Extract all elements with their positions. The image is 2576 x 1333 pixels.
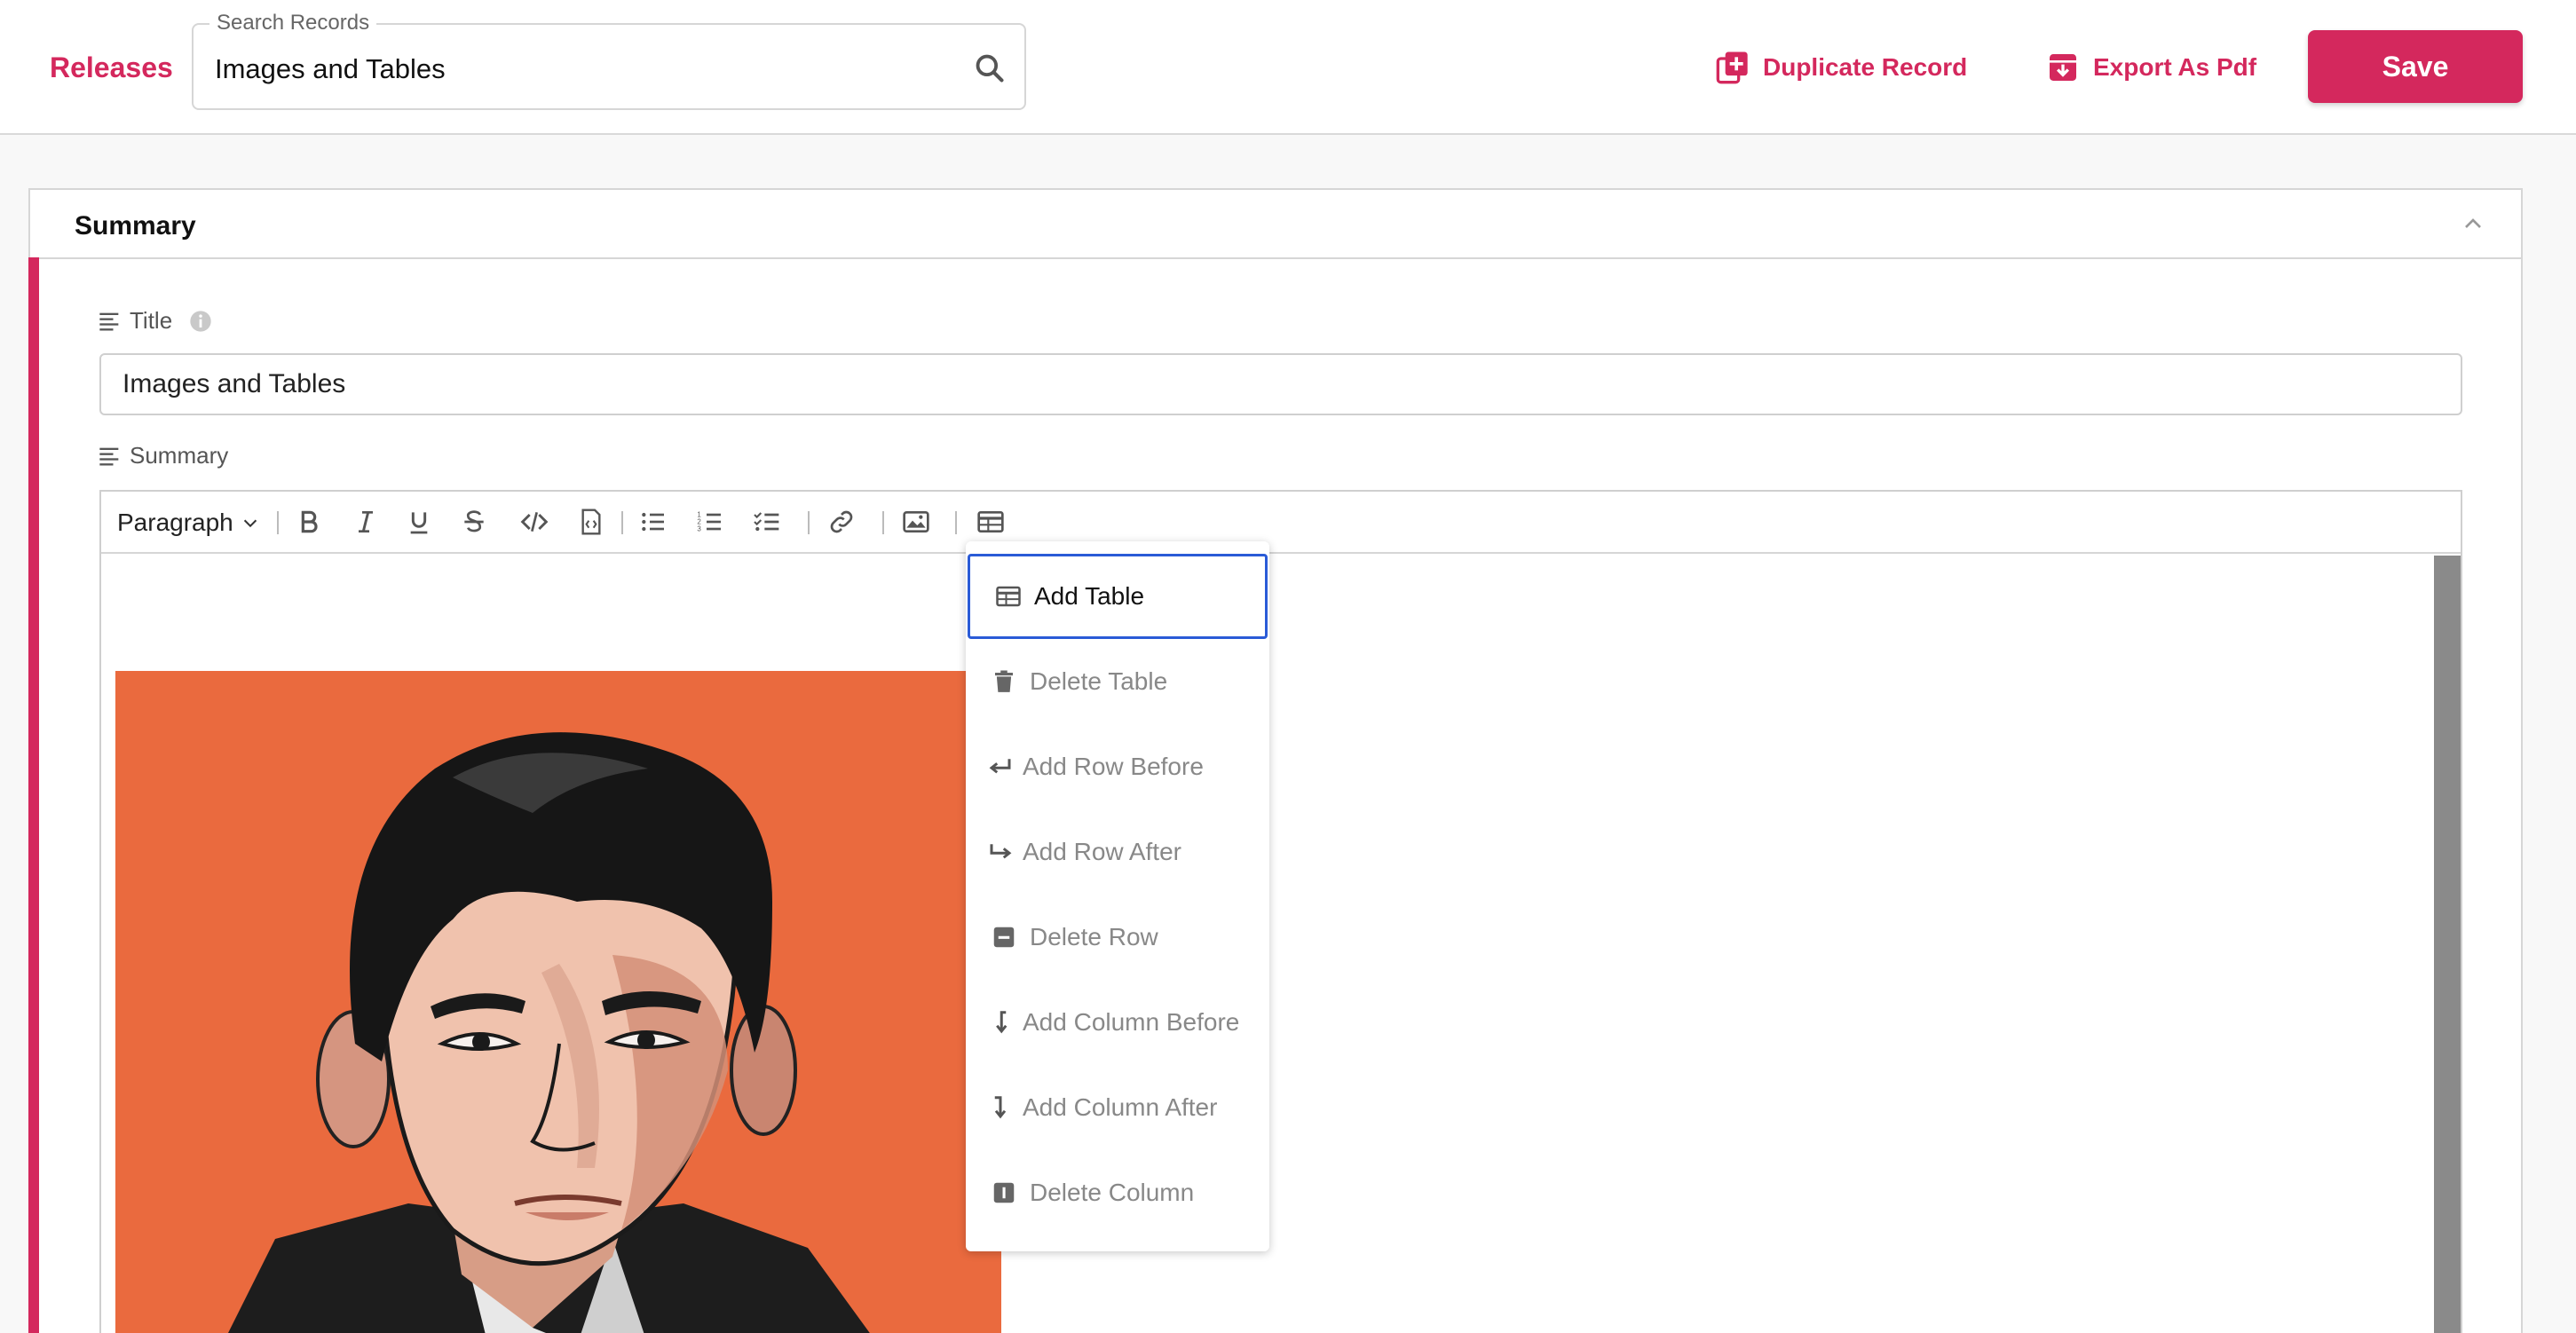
toolbar-divider — [882, 511, 884, 534]
toolbar-divider — [277, 511, 279, 534]
summary-editor: Paragraph 123 — [99, 490, 2462, 1333]
task-list-button[interactable] — [749, 504, 785, 540]
summary-panel-header[interactable]: Summary — [30, 190, 2521, 259]
duplicate-record-label: Duplicate Record — [1763, 53, 1968, 81]
menu-item-add-column-before[interactable]: Add Column Before — [966, 980, 1269, 1065]
italic-button[interactable] — [348, 504, 383, 540]
underline-button[interactable] — [401, 504, 437, 540]
summary-label-text: Summary — [130, 442, 229, 469]
title-input[interactable] — [99, 353, 2462, 415]
table-icon — [996, 586, 1021, 607]
portrait-illustration — [115, 671, 1001, 1333]
code-block-icon — [581, 509, 601, 535]
menu-item-add-row-after[interactable]: Add Row After — [966, 809, 1269, 895]
duplicate-record-button[interactable]: Duplicate Record — [1715, 48, 1967, 87]
image-icon — [903, 511, 929, 532]
bold-icon — [301, 510, 318, 533]
menu-item-label: Delete Table — [1030, 667, 1168, 695]
inline-code-button[interactable] — [517, 504, 552, 540]
bullet-list-button[interactable] — [636, 504, 671, 540]
menu-item-label: Delete Row — [1030, 923, 1158, 950]
chevron-up-icon[interactable] — [2459, 209, 2487, 238]
title-field-label: Title — [98, 307, 213, 335]
editor-scrollbar[interactable] — [2434, 556, 2461, 1333]
menu-item-label: Add Table — [1034, 582, 1145, 610]
arrow-return-left-icon — [989, 759, 1011, 774]
task-list-icon — [754, 512, 779, 532]
archive-download-icon — [2050, 54, 2076, 81]
arrow-down-left-icon — [996, 1011, 1007, 1034]
menu-item-label: Add Row After — [1023, 838, 1181, 865]
bold-button[interactable] — [291, 504, 327, 540]
search-records-field[interactable]: Search Records — [192, 11, 1026, 110]
block-format-select[interactable]: Paragraph — [117, 506, 260, 540]
toolbar-divider — [955, 511, 957, 534]
export-pdf-button[interactable]: Export As Pdf — [2045, 48, 2256, 87]
menu-item-add-column-after[interactable]: Add Column After — [966, 1065, 1269, 1150]
search-records-label: Search Records — [209, 11, 377, 35]
svg-text:3: 3 — [697, 525, 701, 533]
releases-link[interactable]: Releases — [50, 50, 173, 85]
arrow-down-right-icon — [994, 1096, 1007, 1119]
code-icon — [520, 512, 549, 532]
editor-toolbar: Paragraph 123 — [101, 492, 2461, 554]
menu-item-delete-row[interactable]: Delete Row — [966, 895, 1269, 980]
save-button[interactable]: Save — [2308, 30, 2523, 103]
menu-item-label: Add Row Before — [1023, 753, 1204, 780]
strikethrough-icon — [464, 510, 484, 532]
arrow-return-right-icon — [990, 844, 1012, 859]
italic-icon — [359, 511, 373, 532]
menu-item-label: Add Column Before — [1023, 1008, 1240, 1036]
bullet-list-icon — [642, 512, 664, 532]
text-align-icon — [99, 447, 119, 465]
underline-icon — [410, 512, 428, 534]
summary-field-label: Summary — [98, 442, 228, 469]
table-dropdown-menu: Add Table Delete Table Add Row Before Ad… — [966, 541, 1269, 1251]
search-icon[interactable] — [973, 51, 1007, 85]
search-input[interactable] — [215, 50, 943, 89]
menu-item-label: Add Column After — [1023, 1093, 1218, 1121]
text-align-icon — [99, 312, 119, 330]
trash-icon — [995, 670, 1013, 692]
menu-item-label: Delete Column — [1030, 1179, 1195, 1206]
numbered-list-button[interactable]: 123 — [692, 504, 728, 540]
export-pdf-label: Export As Pdf — [2093, 53, 2257, 81]
duplicate-icon — [1716, 51, 1748, 84]
numbered-list-icon: 123 — [697, 511, 721, 533]
link-icon — [830, 510, 853, 533]
panel-title: Summary — [75, 211, 196, 241]
table-icon — [977, 511, 1004, 532]
strikethrough-button[interactable] — [456, 504, 492, 540]
menu-item-delete-column[interactable]: Delete Column — [966, 1150, 1269, 1235]
top-bar: Releases Search Records Duplicate Record… — [0, 0, 2576, 135]
block-format-value: Paragraph — [117, 509, 233, 536]
menu-item-add-table[interactable]: Add Table — [968, 554, 1268, 639]
code-block-button[interactable] — [573, 504, 609, 540]
info-icon[interactable] — [188, 309, 213, 334]
chevron-down-icon — [243, 519, 257, 528]
table-button[interactable] — [973, 504, 1008, 540]
title-label-text: Title — [130, 307, 173, 334]
menu-item-delete-table[interactable]: Delete Table — [966, 639, 1269, 724]
delete-column-icon — [993, 1182, 1015, 1203]
link-button[interactable] — [824, 504, 859, 540]
panel-accent-bar — [28, 257, 39, 1333]
menu-item-add-row-before[interactable]: Add Row Before — [966, 724, 1269, 809]
toolbar-divider — [621, 511, 623, 534]
insert-image-button[interactable] — [898, 504, 934, 540]
toolbar-divider — [808, 511, 810, 534]
delete-row-icon — [993, 927, 1015, 948]
